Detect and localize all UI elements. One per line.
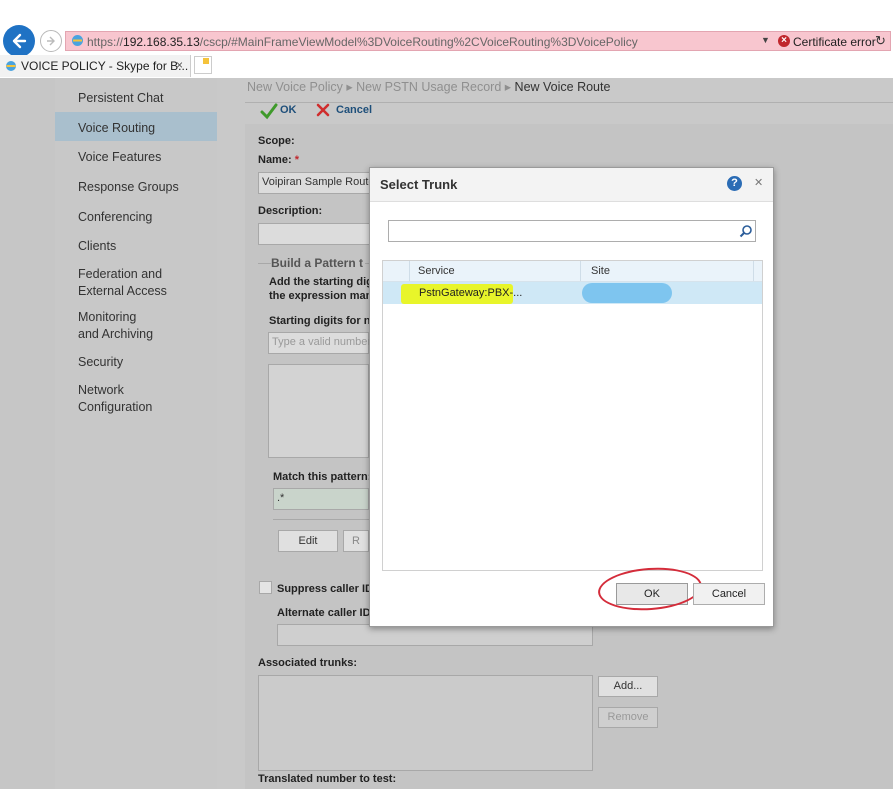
breadcrumb: New Voice Policy ▸ New PSTN Usage Record… [247, 79, 610, 94]
scope-label: Scope: [258, 135, 295, 147]
search-icon[interactable] [739, 224, 753, 238]
column-header-service[interactable]: Service [418, 265, 455, 277]
select-trunk-dialog: Select Trunk ? ✕ Service Site PstnGatewa… [369, 167, 774, 627]
certificate-error[interactable]: Certificate error [793, 35, 876, 49]
pattern-divider [273, 519, 369, 520]
sidebar-item-label-line2: External Access [78, 284, 167, 298]
remove-pattern-button[interactable]: R [343, 530, 369, 552]
address-dropdown-icon[interactable]: ▼ [761, 35, 770, 45]
trunk-grid: Service Site PstnGateway:PBX-... [382, 260, 763, 571]
close-icon[interactable]: ✕ [754, 176, 763, 189]
checkmark-icon [260, 102, 280, 122]
sidebar-item-voice-features[interactable]: Voice Features [78, 149, 161, 166]
pattern-list[interactable] [268, 364, 369, 458]
sidebar-item-conferencing[interactable]: Conferencing [78, 209, 152, 226]
table-row[interactable]: PstnGateway:PBX-... [383, 282, 762, 304]
pattern-help-line1: Add the starting dig [269, 276, 373, 288]
breadcrumb-item[interactable]: New PSTN Usage Record [356, 80, 501, 94]
sidebar-item-network[interactable]: Network Configuration [78, 382, 152, 416]
dialog-cancel-button[interactable]: Cancel [693, 583, 765, 605]
name-label: Name: * [258, 154, 299, 166]
starting-digits-label: Starting digits for n [269, 315, 371, 327]
sidebar-item-clients[interactable]: Clients [78, 238, 116, 255]
column-header-site[interactable]: Site [591, 265, 610, 277]
certificate-error-icon[interactable]: × [778, 35, 790, 47]
browser-tab[interactable]: VOICE POLICY - Skype for B... × [0, 55, 191, 77]
new-tab-button[interactable] [194, 56, 212, 74]
back-button[interactable] [3, 25, 35, 57]
url-text: https://192.168.35.13/cscp/#MainFrameVie… [87, 35, 638, 49]
pattern-section-title: Build a Pattern t [271, 256, 366, 270]
left-margin [0, 78, 55, 789]
breadcrumb-current: New Voice Route [514, 80, 611, 94]
sidebar-item-monitoring[interactable]: Monitoring and Archiving [78, 309, 153, 343]
sidebar-item-label: Network [78, 383, 124, 397]
site-cell-redacted [582, 283, 672, 303]
arrow-left-icon [12, 33, 27, 49]
match-pattern-label: Match this pattern: [273, 471, 372, 483]
sidebar: Persistent Chat Voice Routing Voice Feat… [55, 78, 217, 789]
cancel-button[interactable]: Cancel [336, 104, 372, 116]
dialog-title: Select Trunk [380, 177, 458, 192]
starting-digits-input[interactable]: Type a valid number [268, 332, 371, 354]
forward-button[interactable] [40, 30, 62, 52]
add-trunk-button[interactable]: Add... [598, 676, 658, 697]
alternate-caller-input[interactable] [277, 624, 593, 646]
tab-title: VOICE POLICY - Skype for B... [21, 59, 189, 73]
translated-number-label: Translated number to test: [258, 773, 397, 785]
alternate-caller-label: Alternate caller ID: [277, 607, 375, 619]
grid-header: Service Site [383, 261, 762, 282]
column-separator [409, 261, 410, 281]
pattern-help-line2: the expression manu [269, 290, 380, 302]
suppress-checkbox[interactable] [259, 581, 272, 594]
ie-tab-icon [6, 61, 16, 71]
refresh-icon[interactable]: ↻ [875, 33, 886, 49]
sidebar-item-label-line2: and Archiving [78, 327, 154, 341]
red-annotation-circle [596, 564, 704, 614]
chevron-right-icon: ▸ [346, 80, 357, 94]
sidebar-item-federation[interactable]: Federation and External Access [78, 266, 167, 300]
name-input[interactable]: Voipiran Sample Route [258, 172, 375, 194]
sidebar-item-label: Monitoring [78, 310, 137, 324]
remove-trunk-button[interactable]: Remove [598, 707, 658, 728]
service-cell: PstnGateway:PBX-... [419, 287, 523, 299]
sidebar-item-response-groups[interactable]: Response Groups [78, 179, 179, 196]
browser-toolbar: https://192.168.35.13/cscp/#MainFrameVie… [0, 0, 893, 78]
chevron-right-icon: ▸ [504, 80, 515, 94]
associated-trunks-label: Associated trunks: [258, 657, 358, 669]
help-icon[interactable]: ? [727, 176, 742, 191]
sidebar-item-security[interactable]: Security [78, 354, 123, 371]
dialog-titlebar: Select Trunk ? ✕ [370, 168, 773, 202]
ie-page-icon [72, 35, 83, 46]
toolbar-divider [245, 102, 893, 103]
sidebar-item-persistent-chat[interactable]: Persistent Chat [78, 90, 163, 107]
suppress-label: Suppress caller ID [277, 583, 373, 595]
associated-trunks-list[interactable] [258, 675, 593, 771]
sidebar-item-label-line2: Configuration [78, 400, 153, 414]
sidebar-item-voice-routing[interactable]: Voice Routing [78, 120, 155, 137]
breadcrumb-item[interactable]: New Voice Policy [247, 80, 343, 94]
sidebar-item-label: Federation and [78, 267, 163, 281]
arrow-right-icon [47, 36, 55, 46]
tab-close-icon[interactable]: × [176, 58, 183, 72]
column-separator [580, 261, 581, 281]
description-label: Description: [258, 205, 323, 217]
description-input[interactable] [258, 223, 370, 245]
match-pattern-input[interactable]: .* [273, 488, 369, 510]
ok-button[interactable]: OK [280, 104, 297, 116]
cancel-x-icon [316, 103, 330, 120]
trunk-search-input[interactable] [388, 220, 756, 242]
column-separator [753, 261, 754, 281]
edit-button[interactable]: Edit [278, 530, 338, 552]
address-bar[interactable]: https://192.168.35.13/cscp/#MainFrameVie… [65, 31, 891, 51]
